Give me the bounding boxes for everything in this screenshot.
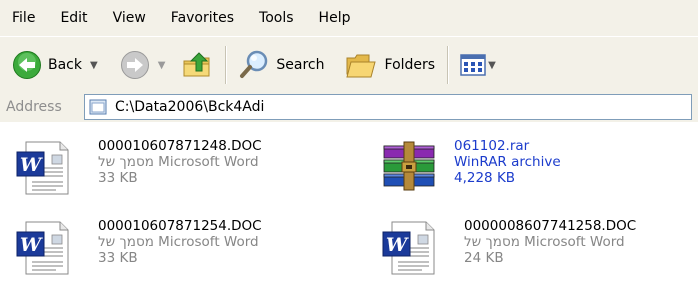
forward-button[interactable]: ▼ <box>114 45 172 85</box>
address-path: C:\Data2006\Bck4Adi <box>115 99 265 115</box>
back-label: Back <box>48 57 82 73</box>
word-document-icon: W <box>16 141 69 195</box>
file-type: מסמך של Microsoft Word <box>98 234 259 250</box>
svg-text:W: W <box>20 154 43 176</box>
back-dropdown-icon[interactable]: ▼ <box>90 60 98 71</box>
file-info: 000010607871248.DOC מסמך של Microsoft Wo… <box>98 138 262 198</box>
file-tile[interactable]: W 0000008607741258.DOC מסמך של Microsoft… <box>378 218 636 278</box>
file-size: 4,228 KB <box>454 170 516 186</box>
search-button[interactable]: Search <box>232 45 330 85</box>
address-bar: Address C:\Data2006\Bck4Adi <box>0 92 698 123</box>
up-folder-button[interactable] <box>175 45 219 85</box>
toolbar-separator <box>225 46 227 84</box>
address-label: Address <box>6 99 62 115</box>
file-tile[interactable]: W 000010607871254.DOC מסמך של Microsoft … <box>12 218 262 278</box>
forward-arrow-icon <box>120 51 149 79</box>
file-name: 061102.rar <box>454 138 530 154</box>
file-name: 000010607871254.DOC <box>98 218 262 234</box>
menu-bar: File Edit View Favorites Tools Help <box>0 0 698 36</box>
file-size: 33 KB <box>98 250 138 266</box>
file-type: WinRAR archive <box>454 154 561 170</box>
svg-text:W: W <box>386 234 409 256</box>
word-document-icon: W <box>382 221 435 275</box>
toolbar: Back ▼ ▼ Search Folders ▼ <box>0 36 698 93</box>
menu-edit[interactable]: Edit <box>48 10 100 26</box>
menu-file[interactable]: File <box>0 10 48 26</box>
file-type: מסמך של Microsoft Word <box>98 154 259 170</box>
forward-dropdown-icon[interactable]: ▼ <box>158 60 166 71</box>
folder-path-icon <box>89 99 107 115</box>
file-info: 000010607871254.DOC מסמך של Microsoft Wo… <box>98 218 262 278</box>
file-type: מסמך של Microsoft Word <box>464 234 625 250</box>
views-grid-icon <box>460 54 486 76</box>
folders-icon <box>345 54 376 78</box>
search-label: Search <box>276 57 325 73</box>
file-name: 000010607871248.DOC <box>98 138 262 154</box>
menu-tools[interactable]: Tools <box>247 10 307 26</box>
back-arrow-icon <box>13 51 41 79</box>
file-info: 061102.rar WinRAR archive 4,228 KB <box>454 138 561 198</box>
winrar-archive-icon <box>383 141 435 191</box>
search-magnifier-icon <box>240 50 268 78</box>
menu-view[interactable]: View <box>101 10 159 26</box>
folders-button[interactable]: Folders <box>339 45 442 85</box>
file-list: W 000010607871248.DOC מסמך של Microsoft … <box>0 122 698 282</box>
up-folder-icon <box>183 52 210 77</box>
back-button[interactable]: Back ▼ <box>6 45 104 85</box>
file-info: 0000008607741258.DOC מסמך של Microsoft W… <box>464 218 636 278</box>
file-name: 0000008607741258.DOC <box>464 218 637 234</box>
folders-label: Folders <box>384 57 436 73</box>
word-document-icon: W <box>16 221 69 275</box>
file-size: 33 KB <box>98 170 138 186</box>
toolbar-separator <box>447 46 449 84</box>
address-input[interactable]: C:\Data2006\Bck4Adi <box>84 94 692 120</box>
file-tile[interactable]: 061102.rar WinRAR archive 4,228 KB <box>378 138 561 198</box>
file-size: 24 KB <box>464 250 504 266</box>
file-tile[interactable]: W 000010607871248.DOC מסמך של Microsoft … <box>12 138 262 198</box>
menu-help[interactable]: Help <box>307 10 364 26</box>
views-dropdown-icon[interactable]: ▼ <box>488 60 496 71</box>
svg-text:W: W <box>20 234 43 256</box>
views-button[interactable]: ▼ <box>454 45 502 85</box>
menu-favorites[interactable]: Favorites <box>159 10 247 26</box>
